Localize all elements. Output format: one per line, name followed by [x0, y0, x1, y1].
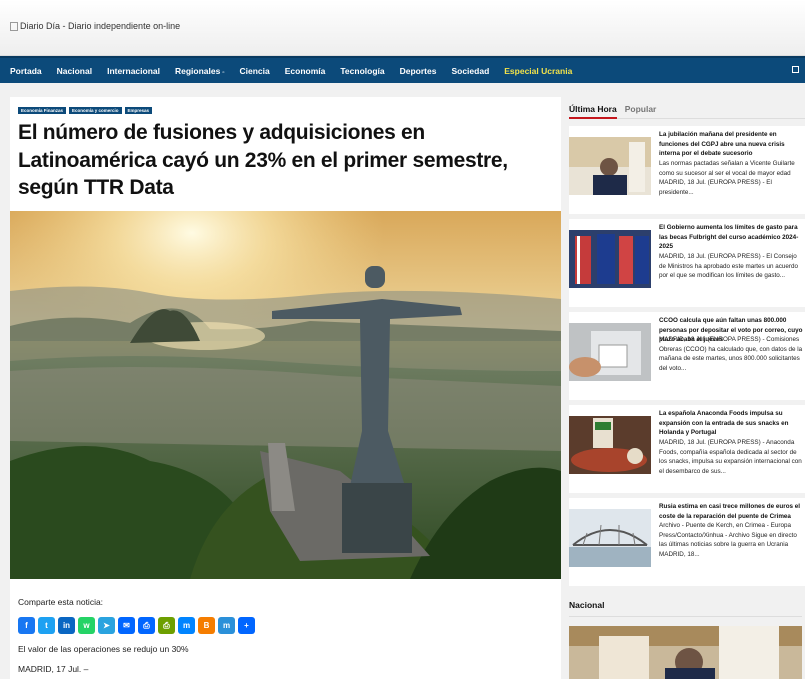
sidebar-tabs: Última Hora Popular: [569, 97, 805, 119]
email-icon[interactable]: ✉: [118, 617, 135, 634]
news-title[interactable]: La jubilación mañana del presidente en f…: [659, 130, 803, 159]
news-thumbnail[interactable]: [569, 230, 651, 288]
broken-image-icon: [10, 21, 18, 31]
nav-item-sociedad[interactable]: Sociedad: [451, 66, 489, 76]
news-thumbnail-photo: [569, 230, 651, 288]
news-card[interactable]: Rusia estima en casi trece millones de e…: [569, 498, 805, 586]
article-hero-image: [10, 211, 561, 579]
news-title[interactable]: El Gobierno aumenta los límites de gasto…: [659, 223, 803, 252]
article-dateline: MADRID, 17 Jul. –: [18, 664, 89, 674]
news-card[interactable]: El Gobierno aumenta los límites de gasto…: [569, 219, 805, 307]
nav-item-ciencia[interactable]: Ciencia: [240, 66, 270, 76]
news-excerpt: MADRID, 18 Jul. (EUROPA PRESS) - El Cons…: [659, 253, 798, 280]
christ-redeemer-photo: [10, 211, 561, 579]
news-thumbnail[interactable]: [569, 137, 651, 195]
print-icon[interactable]: ⎙: [138, 617, 155, 634]
printfriendly-icon[interactable]: ⎙: [158, 617, 175, 634]
nav-item-regionales-label: Regionales: [175, 65, 221, 76]
news-card[interactable]: CCOO calcula que aún faltan unas 800.000…: [569, 312, 805, 400]
news-thumbnail-photo: [569, 509, 651, 567]
tab-popular[interactable]: Popular: [625, 104, 657, 114]
article-lead: El valor de las operaciones se redujo un…: [18, 644, 189, 654]
blogger-icon[interactable]: B: [198, 617, 215, 634]
news-title[interactable]: La española Anaconda Foods impulsa su ex…: [659, 409, 803, 438]
news-card[interactable]: La española Anaconda Foods impulsa su ex…: [569, 405, 805, 493]
tag-economia-comercio[interactable]: Economía y comercio: [69, 107, 122, 114]
article-headline: El número de fusiones y adquisiciones en…: [18, 121, 508, 199]
facebook-icon[interactable]: f: [18, 617, 35, 634]
news-thumbnail-photo: [569, 416, 651, 474]
news-thumbnail[interactable]: [569, 323, 651, 381]
nav-item-tecnologia[interactable]: Tecnología: [340, 66, 384, 76]
nav-item-regionales[interactable]: Regionales ▫: [175, 66, 225, 76]
whatsapp-icon[interactable]: w: [78, 617, 95, 634]
dropdown-icon: ▫: [222, 69, 225, 76]
news-title[interactable]: Rusia estima en casi trece millones de e…: [659, 502, 803, 521]
share-plus-icon[interactable]: +: [238, 617, 255, 634]
linkedin-icon[interactable]: in: [58, 617, 75, 634]
nav-item-nacional[interactable]: Nacional: [57, 66, 92, 76]
nacional-featured-image[interactable]: [569, 626, 802, 679]
share-label: Comparte esta noticia:: [18, 597, 104, 607]
news-card[interactable]: La jubilación mañana del presidente en f…: [569, 126, 805, 214]
news-excerpt: Archivo - Puente de Kerch, en Crimea - E…: [659, 522, 797, 558]
news-excerpt: MADRID, 18 Jul. (EUROPA PRESS) - Anacond…: [659, 439, 802, 475]
mastodon-icon[interactable]: m: [218, 617, 235, 634]
news-thumbnail-photo: [569, 323, 651, 381]
news-thumbnail[interactable]: [569, 416, 651, 474]
news-list: La jubilación mañana del presidente en f…: [569, 126, 805, 586]
nav-item-especial-ucrania[interactable]: Especial Ucrania: [504, 66, 572, 76]
news-excerpt: MADRID, 18 Jul. (EUROPA PRESS) - Comisio…: [659, 336, 803, 372]
search-icon[interactable]: [792, 66, 799, 73]
news-thumbnail[interactable]: [569, 509, 651, 567]
site-header: Diario Día - Diario independiente on-lin…: [0, 0, 805, 56]
main-nav: Portada Nacional Internacional Regionale…: [0, 56, 805, 83]
sidebar: Última Hora Popular La jubilación mañana…: [569, 97, 805, 591]
telegram-icon[interactable]: ➤: [98, 617, 115, 634]
tab-ultima-hora[interactable]: Última Hora: [569, 104, 617, 119]
nav-item-deportes[interactable]: Deportes: [400, 66, 437, 76]
site-logo-link[interactable]: Diario Día - Diario independiente on-lin…: [10, 21, 180, 31]
section-title-nacional: Nacional: [569, 600, 605, 610]
site-logo-alt-text: Diario Día - Diario independiente on-lin…: [20, 21, 181, 31]
article-tags: Economía Finanzas Economía y comercio Em…: [18, 107, 153, 114]
nacional-featured-photo: [569, 626, 802, 679]
nav-item-economia[interactable]: Economía: [285, 66, 326, 76]
nav-item-portada[interactable]: Portada: [10, 66, 42, 76]
nav-item-internacional[interactable]: Internacional: [107, 66, 160, 76]
twitter-icon[interactable]: t: [38, 617, 55, 634]
news-thumbnail-photo: [569, 137, 651, 195]
tag-empresas[interactable]: Empresas: [124, 107, 153, 114]
section-divider: [569, 616, 802, 617]
share-buttons: f t in w ➤ ✉ ⎙ ⎙ m Bm +: [18, 617, 255, 634]
tag-economia-finanzas[interactable]: Economía Finanzas: [18, 107, 67, 114]
messenger-icon[interactable]: m: [178, 617, 195, 634]
news-excerpt: Las normas pactadas señalan a Vicente Gu…: [659, 160, 795, 196]
article: Economía Finanzas Economía y comercio Em…: [10, 97, 561, 679]
